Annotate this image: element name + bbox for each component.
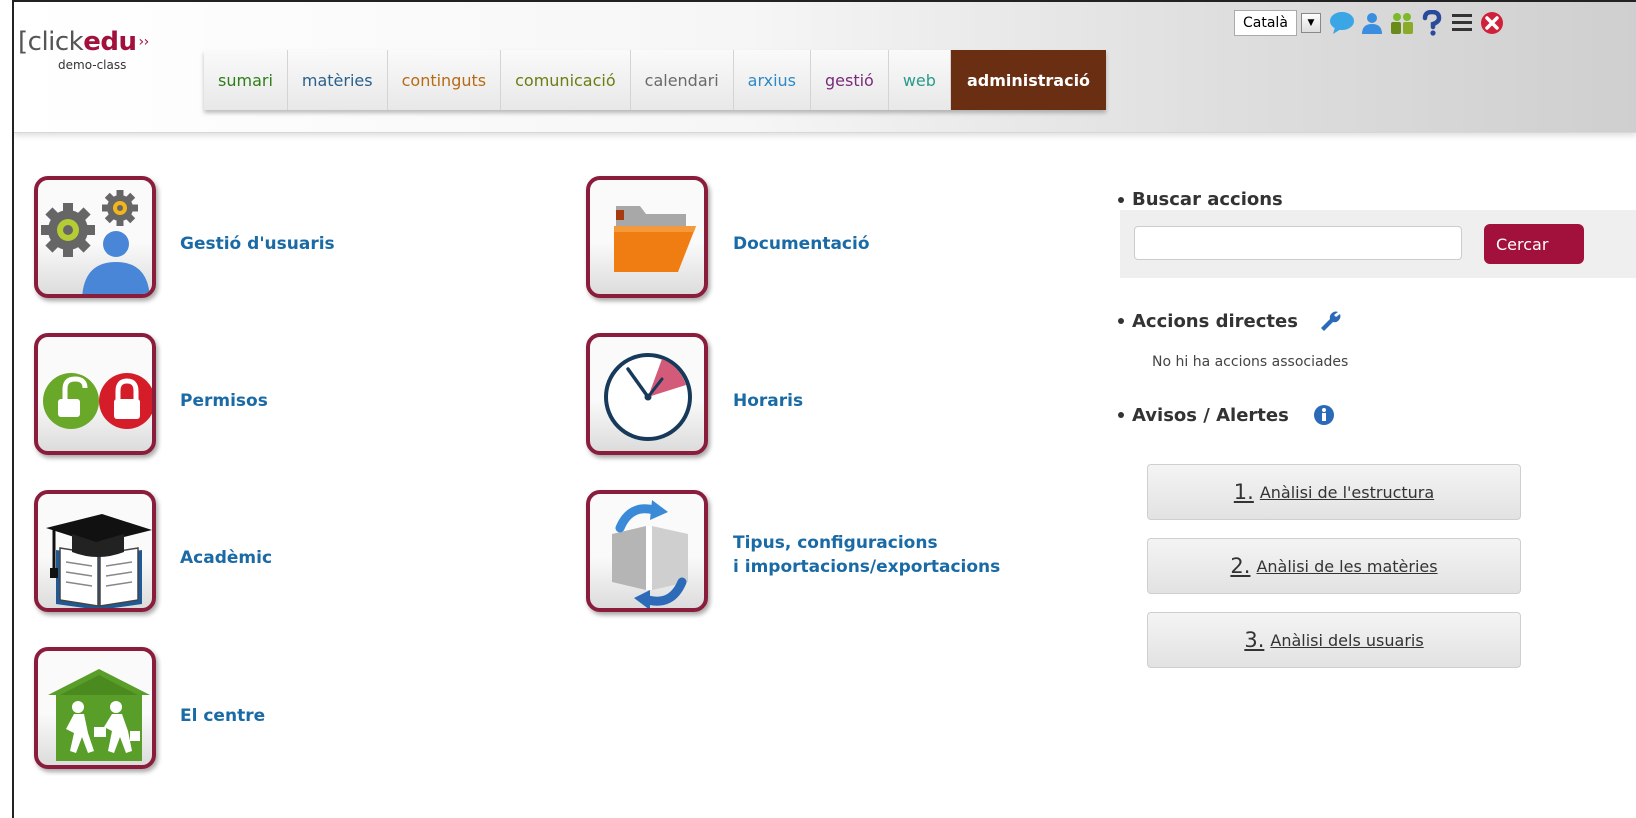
- tab-comunicacio[interactable]: comunicació: [501, 50, 631, 110]
- sync-box-icon: [612, 500, 688, 608]
- alert-users-button[interactable]: 3. Anàlisi dels usuaris: [1147, 612, 1521, 668]
- types-config-link[interactable]: Tipus, configuracions i importacions/exp…: [733, 531, 1000, 579]
- tab-materies[interactable]: matèries: [287, 50, 388, 110]
- documentation-link[interactable]: Documentació: [733, 232, 870, 256]
- tab-arxius[interactable]: arxius: [733, 50, 811, 110]
- users-tile[interactable]: [34, 176, 156, 298]
- bullet: [1118, 412, 1124, 418]
- tab-continguts[interactable]: continguts: [387, 50, 502, 110]
- tab-web[interactable]: web: [888, 50, 951, 110]
- tab-gestio[interactable]: gestió: [811, 50, 889, 110]
- bullet: [1118, 318, 1124, 324]
- padlocks-icon: [43, 373, 152, 429]
- clock-icon: [604, 353, 692, 441]
- academic-link[interactable]: Acadèmic: [180, 546, 272, 570]
- info-icon[interactable]: [1313, 404, 1335, 426]
- tab-label: web: [902, 70, 936, 90]
- users-icon[interactable]: [1389, 10, 1415, 36]
- search-button[interactable]: Cercar: [1484, 224, 1584, 264]
- alert-label: Anàlisi dels usuaris: [1270, 630, 1424, 650]
- search-actions-heading: Buscar accions: [1118, 189, 1283, 210]
- alerts-heading: Avisos / Alertes: [1118, 404, 1335, 426]
- header: [clickedu ›› demo-class sumari matèries c…: [14, 2, 1636, 133]
- chat-icon[interactable]: [1329, 10, 1355, 36]
- alert-label: Anàlisi de l'estructura: [1259, 482, 1435, 502]
- types-config-line1: Tipus, configuracions: [733, 533, 938, 553]
- tab-label: continguts: [401, 70, 487, 90]
- language-select[interactable]: Català: [1234, 10, 1297, 36]
- alerts-title: Avisos / Alertes: [1132, 404, 1289, 426]
- close-icon[interactable]: [1479, 10, 1505, 36]
- folder-icon: [614, 206, 696, 272]
- search-actions-title: Buscar accions: [1132, 189, 1283, 210]
- centre-tile[interactable]: [34, 647, 156, 769]
- alert-label: Anàlisi de les matèries: [1256, 556, 1438, 576]
- user-icon[interactable]: [1359, 10, 1385, 36]
- app-frame: [clickedu ›› demo-class sumari matèries c…: [12, 0, 1636, 818]
- users-link[interactable]: Gestió d'usuaris: [180, 232, 335, 256]
- logo-brand: edu: [83, 27, 137, 57]
- top-toolbar: Català ▼: [1234, 10, 1509, 36]
- wrench-icon[interactable]: [1318, 309, 1342, 333]
- direct-actions-title: Accions directes: [1132, 310, 1298, 332]
- tab-calendari[interactable]: calendari: [630, 50, 734, 110]
- schedules-link[interactable]: Horaris: [733, 389, 803, 413]
- centre-link[interactable]: El centre: [180, 704, 265, 728]
- no-actions-text: No hi ha accions associades: [1152, 354, 1349, 370]
- logo-dots-icon: ››: [138, 34, 150, 50]
- permissions-tile[interactable]: [34, 333, 156, 455]
- chevron-down-icon[interactable]: ▼: [1300, 13, 1321, 33]
- school-icon: [48, 669, 150, 761]
- documentation-tile[interactable]: [586, 176, 708, 298]
- tab-sumari[interactable]: sumari: [204, 50, 288, 110]
- logo[interactable]: [clickedu ›› demo-class: [18, 28, 149, 72]
- alert-structure-button[interactable]: 1. Anàlisi de l'estructura: [1147, 464, 1521, 520]
- schedules-tile[interactable]: [586, 333, 708, 455]
- tab-label: administració: [966, 70, 1091, 90]
- tab-label: sumari: [218, 70, 273, 90]
- tab-label: matèries: [301, 70, 373, 90]
- bullet: [1118, 196, 1124, 203]
- menu-icon[interactable]: [1449, 10, 1475, 36]
- search-actions-input[interactable]: [1134, 226, 1462, 260]
- permissions-link[interactable]: Permisos: [180, 389, 268, 413]
- tab-label: gestió: [825, 70, 874, 90]
- search-panel: Cercar: [1120, 210, 1636, 278]
- main-nav: sumari matèries continguts comunicació c…: [204, 50, 1107, 110]
- help-icon[interactable]: [1419, 10, 1445, 36]
- alert-number: 2.: [1230, 554, 1251, 578]
- alert-number: 1.: [1233, 480, 1254, 504]
- logo-prefix: [click: [18, 27, 84, 57]
- graduation-book-icon: [46, 514, 152, 608]
- types-config-tile[interactable]: [586, 490, 708, 612]
- alert-number: 3.: [1244, 628, 1265, 652]
- tab-label: calendari: [644, 70, 719, 90]
- academic-tile[interactable]: [34, 490, 156, 612]
- direct-actions-heading: Accions directes: [1118, 309, 1342, 333]
- alert-subjects-button[interactable]: 2. Anàlisi de les matèries: [1147, 538, 1521, 594]
- types-config-line2: i importacions/exportacions: [733, 557, 1001, 577]
- logo-subtitle: demo-class: [58, 58, 127, 72]
- gears-user-icon: [41, 190, 150, 294]
- tab-administracio[interactable]: administració: [950, 50, 1107, 110]
- tab-label: comunicació: [515, 70, 616, 90]
- tab-label: arxius: [747, 70, 796, 90]
